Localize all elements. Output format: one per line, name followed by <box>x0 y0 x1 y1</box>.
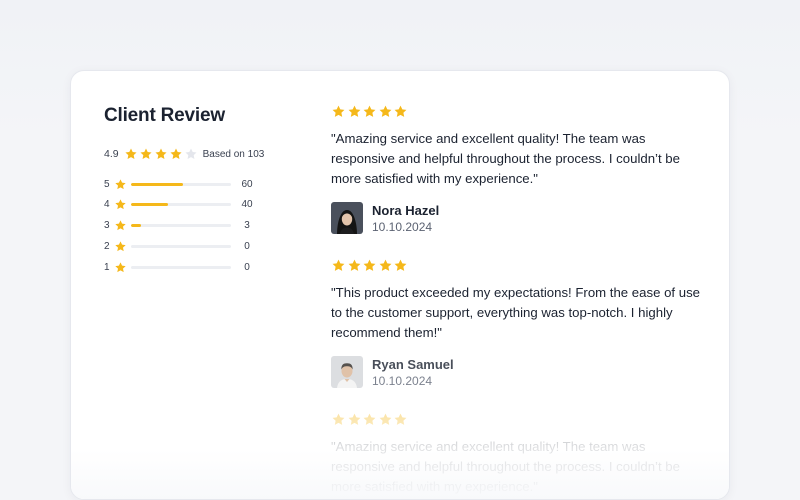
review-text: "Amazing service and excellent quality! … <box>331 131 680 186</box>
rating-progress-fill <box>131 182 183 186</box>
client-review-card: Client Review 4.9 Based on 103 5 60 4 40… <box>70 70 730 500</box>
female-avatar-icon <box>331 202 363 234</box>
review-date: 10.10.2024 <box>372 219 433 234</box>
male-avatar-icon <box>331 356 363 388</box>
review-author: Nora Hazel 10.10.2024 <box>331 202 711 234</box>
star-icon <box>332 105 345 117</box>
rating-count: 40 <box>241 199 253 211</box>
star-icon <box>155 148 167 160</box>
review-item: "This product exceeded my expectations! … <box>331 258 711 388</box>
rating-breakdown-row-5: 5 60 <box>104 177 304 191</box>
rating-breakdown-row-2: 2 0 <box>104 239 304 253</box>
rating-progress-bar <box>131 203 231 207</box>
star-icon <box>394 413 407 425</box>
review-list[interactable]: "Amazing service and excellent quality! … <box>331 104 711 499</box>
review-rating-stars <box>331 412 711 428</box>
star-icon <box>379 105 391 117</box>
star-icon <box>125 148 137 160</box>
star-icon <box>115 220 126 231</box>
rating-breakdown: 5 60 4 40 3 3 2 0 1 0 <box>104 177 304 274</box>
star-icon <box>363 413 376 425</box>
star-icon <box>348 259 360 271</box>
average-rating-row: 4.9 Based on 103 <box>104 147 304 161</box>
star-icon <box>185 148 197 160</box>
rating-count: 3 <box>244 220 250 232</box>
star-icon <box>379 413 391 425</box>
star-icon <box>332 259 345 271</box>
rating-level-label: 2 <box>104 240 110 252</box>
star-icon <box>394 105 407 117</box>
review-text: "This product exceeded my expectations! … <box>331 285 700 340</box>
star-icon <box>115 262 126 272</box>
card-title: Client Review <box>104 105 225 126</box>
rating-breakdown-row-1: 1 0 <box>104 260 304 274</box>
rating-summary-panel: Client Review 4.9 Based on 103 5 60 4 40… <box>104 105 304 281</box>
review-item: "Amazing service and excellent quality! … <box>331 104 711 234</box>
star-icon <box>348 413 360 425</box>
rating-breakdown-row-4: 4 40 <box>104 198 304 212</box>
star-icon <box>363 259 376 271</box>
star-icon <box>348 105 360 117</box>
rating-breakdown-row-3: 3 3 <box>104 219 304 233</box>
rating-level-label: 5 <box>104 178 110 190</box>
review-text: "Amazing service and excellent quality! … <box>331 439 680 494</box>
review-rating-stars <box>331 258 711 274</box>
review-count-label: Based on 103 <box>202 148 265 160</box>
author-name: Ryan Samuel <box>372 356 454 372</box>
rating-progress-bar <box>131 244 231 248</box>
star-icon <box>115 241 126 252</box>
rating-level-label: 3 <box>104 220 110 232</box>
rating-progress-bar <box>131 182 231 186</box>
rating-progress-bar <box>131 224 231 228</box>
star-icon <box>140 148 152 160</box>
average-rating-value: 4.9 <box>104 148 119 160</box>
star-icon <box>363 105 376 117</box>
rating-count: 60 <box>241 178 253 190</box>
star-icon <box>394 259 407 271</box>
star-icon <box>379 259 391 271</box>
average-rating-stars <box>124 147 199 161</box>
rating-progress-fill <box>131 203 168 207</box>
rating-level-label: 1 <box>104 261 110 273</box>
rating-count: 0 <box>244 240 250 252</box>
star-icon <box>115 199 126 210</box>
rating-progress-bar <box>131 265 231 269</box>
review-item: "Amazing service and excellent quality! … <box>331 412 711 497</box>
avatar <box>331 202 363 234</box>
rating-progress-fill <box>131 224 141 228</box>
rating-count: 0 <box>244 261 250 273</box>
author-name: Nora Hazel <box>372 202 440 218</box>
rating-level-label: 4 <box>104 199 110 211</box>
star-icon <box>115 178 126 189</box>
review-author: Ryan Samuel 10.10.2024 <box>331 356 711 388</box>
avatar <box>331 356 363 388</box>
review-date: 10.10.2024 <box>372 373 433 388</box>
star-icon <box>170 148 182 160</box>
review-rating-stars <box>331 104 711 120</box>
star-icon <box>332 413 345 425</box>
